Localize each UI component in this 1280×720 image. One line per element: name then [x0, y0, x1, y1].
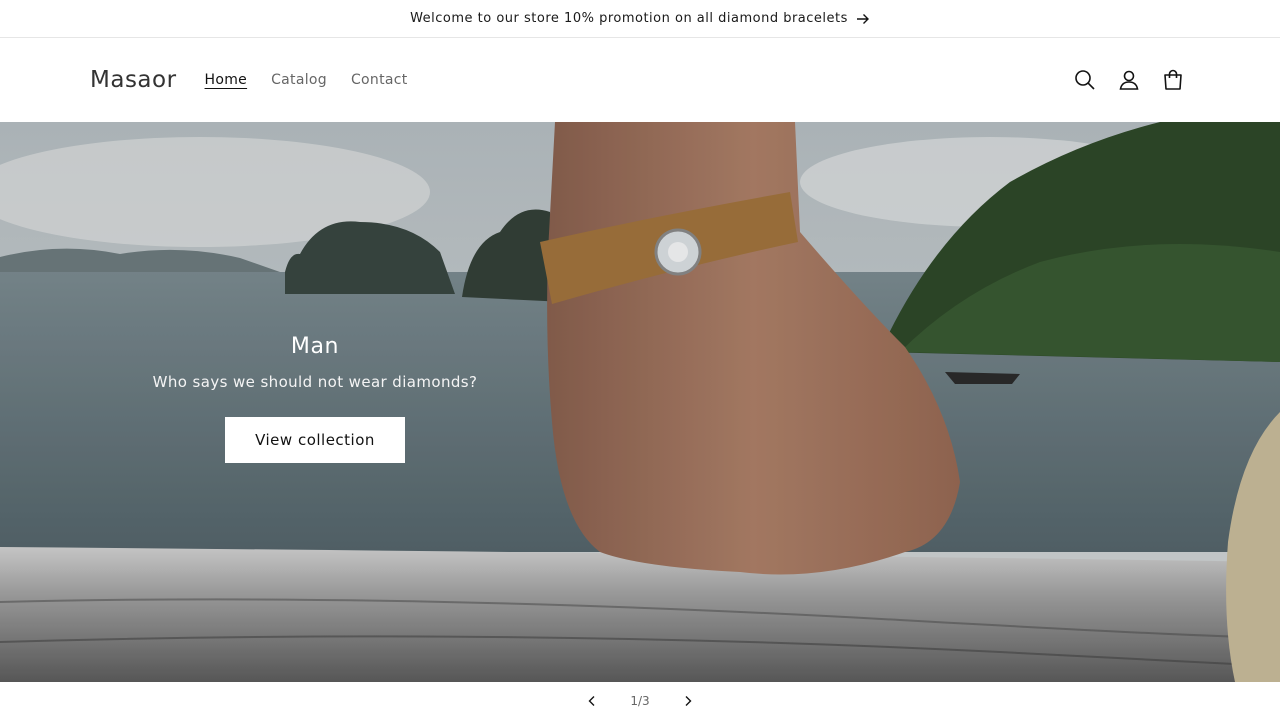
hero-subtitle: Who says we should not wear diamonds?: [152, 373, 478, 391]
nav-item-catalog[interactable]: Catalog: [271, 72, 327, 88]
hero-content: Man Who says we should not wear diamonds…: [115, 334, 515, 463]
nav-item-contact[interactable]: Contact: [351, 72, 408, 88]
cart-icon[interactable]: [1156, 63, 1190, 97]
site-header: Masaor Home Catalog Contact: [0, 38, 1280, 122]
announcement-bar[interactable]: Welcome to our store 10% promotion on al…: [0, 0, 1280, 38]
header-icons: [1068, 63, 1190, 97]
slide-counter: 1/3: [630, 694, 650, 708]
slider-controls: 1/3: [0, 682, 1280, 720]
main-nav: Home Catalog Contact: [205, 72, 408, 88]
account-icon[interactable]: [1112, 63, 1146, 97]
chevron-left-icon[interactable]: [580, 689, 604, 713]
search-icon[interactable]: [1068, 63, 1102, 97]
chevron-right-icon[interactable]: [676, 689, 700, 713]
hero-title: Man: [290, 334, 340, 359]
hero-banner: Man Who says we should not wear diamonds…: [0, 122, 1280, 682]
store-logo[interactable]: Masaor: [90, 67, 177, 93]
announcement-text[interactable]: Welcome to our store 10% promotion on al…: [410, 11, 848, 26]
arrow-right-icon[interactable]: [856, 13, 870, 25]
view-collection-button[interactable]: View collection: [225, 417, 405, 463]
nav-item-home[interactable]: Home: [205, 72, 248, 88]
